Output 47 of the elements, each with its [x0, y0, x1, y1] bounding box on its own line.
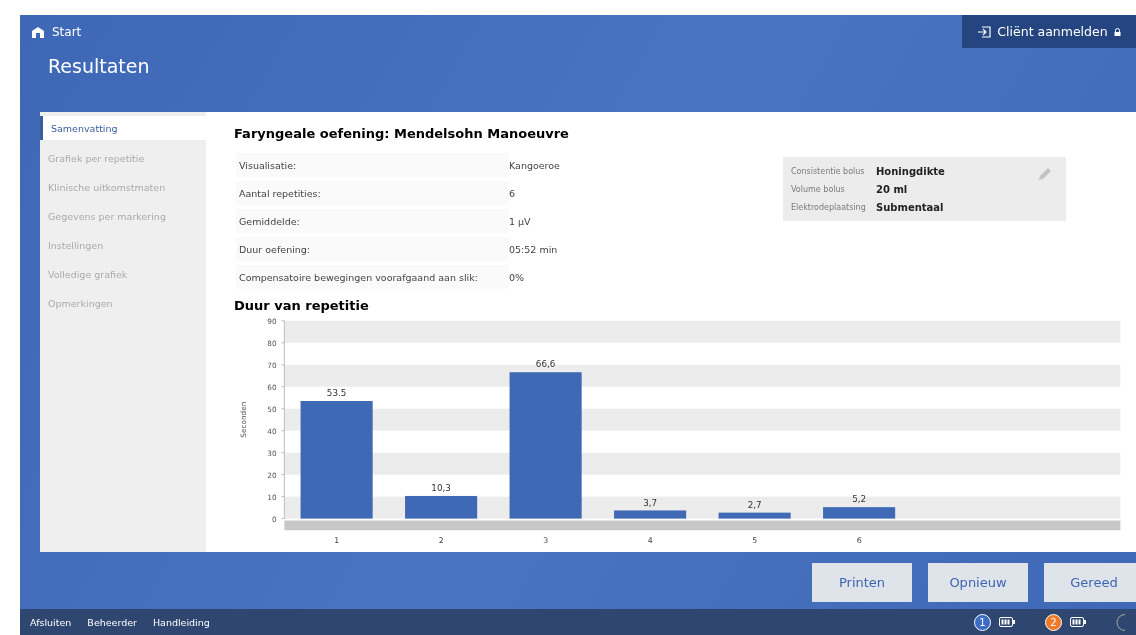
exercise-title: Faryngeale oefening: Mendelsohn Manoeuvre — [233, 125, 570, 144]
home-icon[interactable] — [32, 26, 44, 38]
field-value: Kangoeroe — [509, 158, 560, 173]
field-label: Compensatoire bewegingen voorafgaand aan slik: — [236, 265, 509, 290]
x-tick-label: 6 — [856, 536, 862, 546]
field-label: Visualisatie: — [236, 153, 509, 178]
x-tick-label: 4 — [647, 536, 653, 546]
action-button[interactable]: Gereed — [1044, 563, 1136, 602]
value-label: 53.5 — [326, 388, 347, 399]
field-label: Gemiddelde: — [236, 209, 509, 234]
device-badge[interactable]: 2 — [1045, 613, 1062, 631]
field-value: 1 µV — [509, 214, 531, 229]
lock-icon — [1113, 27, 1121, 36]
sidebar-item[interactable]: Samenvatting — [40, 116, 206, 140]
field-value: 6 — [509, 186, 516, 201]
status-link[interactable]: Handleiding — [152, 616, 210, 628]
field-value: 0% — [509, 270, 525, 285]
login-button[interactable]: Cliënt aanmelden — [962, 15, 1136, 48]
status-link[interactable]: Afsluiten — [30, 616, 72, 628]
action-button[interactable]: Opnieuw — [928, 563, 1028, 602]
sign-in-icon — [977, 25, 992, 38]
battery-icon — [1070, 617, 1086, 627]
field-label: Volume bolus — [791, 184, 846, 194]
value-label: 3,7 — [643, 497, 658, 508]
field-label: Duur oefening: — [236, 237, 509, 262]
x-tick-label: 3 — [543, 536, 549, 546]
value-label: 5,2 — [852, 494, 867, 505]
x-tick-label: 1 — [334, 536, 340, 546]
field-value: Submentaal — [876, 201, 944, 213]
field-label: Aantal repetities: — [236, 181, 509, 206]
value-label: 2,7 — [747, 500, 762, 511]
x-tick-label: 2 — [438, 536, 444, 546]
value-label: 10,3 — [431, 483, 451, 494]
action-button[interactable]: Printen — [812, 563, 912, 602]
x-tick-label: 5 — [752, 536, 758, 546]
home-link[interactable]: Start — [52, 25, 82, 39]
chart-title: Duur van repetitie — [233, 298, 370, 314]
field-label: Consistentie bolus — [791, 166, 866, 176]
field-label: Elektrodeplaatsing — [791, 202, 867, 212]
field-value: 20 ml — [876, 183, 908, 195]
value-label: 66,6 — [535, 359, 556, 370]
status-link[interactable]: Beheerder — [87, 616, 137, 628]
device-badge[interactable]: 1 — [974, 613, 991, 631]
battery-icon — [999, 617, 1015, 627]
field-value: 05:52 min — [509, 242, 558, 257]
page-title: Resultaten — [47, 55, 150, 77]
field-value: Honingdikte — [876, 165, 945, 177]
